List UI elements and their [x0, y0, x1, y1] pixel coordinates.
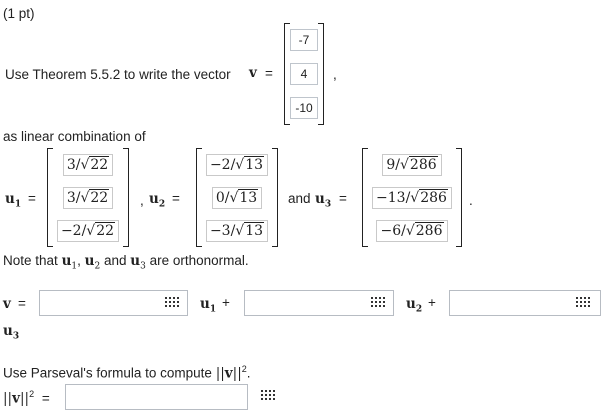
prompt-text: Use Theorem 5.5.2 to write the vector — [5, 67, 231, 82]
u3-entry: 9/√286 — [382, 153, 442, 176]
prompt-vector-symbol: v — [249, 65, 257, 81]
orthonormal-note: Note that u1, u2 and u3 are orthonormal. — [3, 253, 249, 272]
combination-plus-1: + — [222, 295, 230, 310]
u2-equals: = — [172, 191, 180, 206]
equation-editor-icon[interactable] — [576, 297, 590, 309]
vector-v-entry: -10 — [290, 97, 318, 119]
u3-equals: = — [339, 191, 347, 206]
linear-combination-text: as linear combination of — [3, 129, 146, 144]
u3-entry: −6/√286 — [376, 219, 448, 242]
combination-term-2: u2 — [406, 296, 423, 315]
combination-plus-2: + — [428, 295, 436, 310]
points-label: (1 pt) — [3, 6, 35, 21]
vector-v-entry: -7 — [290, 29, 318, 51]
vector-v-entry: 4 — [290, 63, 318, 85]
u2-separator: , — [140, 193, 144, 208]
u2-entry: −2/√13 — [205, 153, 269, 176]
u3-label: u3 — [315, 191, 332, 210]
u3-and: and — [288, 191, 311, 206]
equation-editor-icon[interactable] — [371, 297, 385, 309]
combination-term-3: u3 — [3, 323, 20, 342]
vector-v-matrix: -7 4 -10 — [284, 23, 324, 125]
u2-entry: 0/√13 — [211, 186, 263, 209]
u2-entry: −3/√13 — [205, 219, 269, 242]
u1-entry: 3/√22 — [62, 153, 114, 176]
combination-lhs: v — [3, 296, 11, 312]
parseval-lhs: ||v||2 = — [3, 389, 50, 407]
equation-editor-icon[interactable] — [165, 297, 179, 309]
u1-matrix: 3/√22 3/√22 −2/√22 — [47, 148, 129, 247]
u1-entry: 3/√22 — [62, 186, 114, 209]
norm-squared-input[interactable] — [65, 384, 248, 410]
prompt-comma: , — [333, 67, 337, 82]
u2-matrix: −2/√13 0/√13 −3/√13 — [196, 148, 278, 247]
combination-equals: = — [18, 296, 26, 311]
u3-entry: −13/√286 — [372, 186, 452, 209]
u1-equals: = — [28, 191, 36, 206]
prompt-equals: = — [265, 66, 273, 81]
u2-label: u2 — [149, 191, 166, 210]
u3-period: . — [469, 193, 473, 208]
u1-entry: −2/√22 — [56, 219, 120, 242]
u1-label: u1 — [5, 191, 22, 210]
combination-term-1: u1 — [200, 296, 217, 315]
u3-matrix: 9/√286 −13/√286 −6/√286 — [362, 148, 462, 247]
parseval-prompt: Use Parseval's formula to compute ||v||2… — [3, 364, 251, 382]
equation-editor-icon[interactable] — [261, 390, 275, 402]
